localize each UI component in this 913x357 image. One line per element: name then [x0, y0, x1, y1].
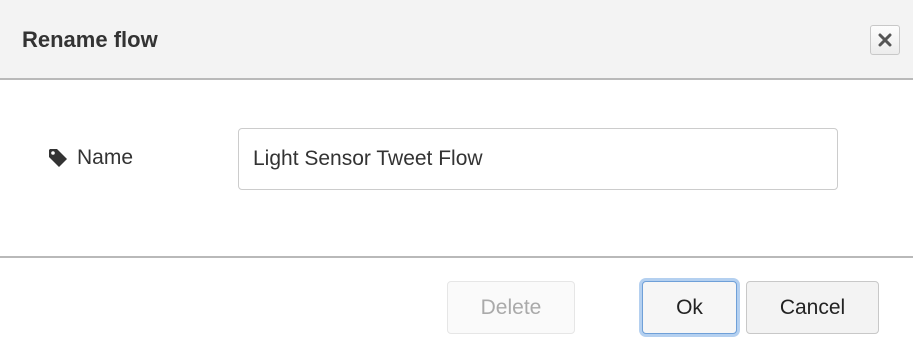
ok-button[interactable]: Ok: [642, 281, 737, 334]
name-label-text: Name: [77, 146, 134, 169]
dialog-title: Rename flow: [22, 27, 158, 52]
close-button[interactable]: [870, 25, 900, 55]
dialog-titlebar: Rename flow: [0, 0, 913, 80]
name-label: Name: [48, 146, 133, 170]
cancel-button[interactable]: Cancel: [746, 281, 879, 334]
dialog-footer: Delete Ok Cancel: [0, 256, 913, 357]
delete-button[interactable]: Delete: [447, 281, 575, 334]
rename-flow-dialog: Rename flow Name Delete Ok Cancel: [0, 0, 913, 357]
tag-icon: [48, 148, 68, 168]
name-input[interactable]: [238, 128, 838, 190]
close-icon: [878, 33, 892, 47]
dialog-body: Name: [0, 80, 913, 256]
